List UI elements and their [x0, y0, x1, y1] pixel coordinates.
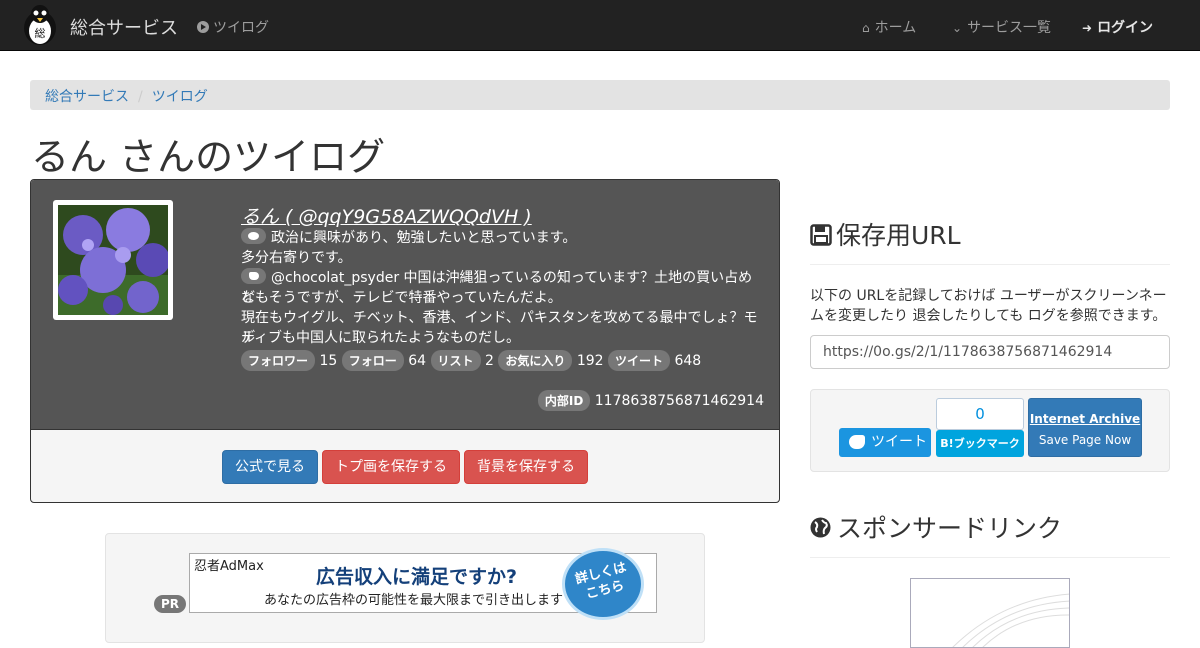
tweet-button-label: ツイート — [871, 434, 927, 450]
breadcrumb-root[interactable]: 総合サービス — [45, 89, 129, 105]
ad-headline: 広告収入に満足ですか? — [316, 566, 518, 588]
breadcrumb: 総合サービス / ツイログ — [30, 80, 1170, 110]
profile-stats: フォロワー 15 フォロー 64 リスト 2 お気に入り 192 ツイート 64… — [241, 350, 701, 371]
profile-header: るん ( @qqY9G58AZWQQdVH ) 政治に興味があり、勉強したいと思… — [31, 180, 779, 430]
save-url-field[interactable]: https://0o.gs/2/1/1178638756871462914 — [810, 335, 1170, 369]
internet-archive-subtitle: Save Page Now — [1038, 433, 1132, 447]
tweets-count: 648 — [674, 353, 702, 369]
twitter-bird-icon — [849, 435, 865, 449]
sponsor-ad-image — [952, 593, 1069, 647]
divider — [810, 557, 1170, 558]
profile-name-link[interactable]: るん ( @qqY9G58AZWQQdVH ) — [241, 202, 532, 229]
save-avatar-button[interactable]: トプ画を保存する — [322, 450, 460, 484]
nav-login-label: ログイン — [1097, 20, 1154, 36]
ad-details-badge[interactable]: 詳しくは こちら — [562, 548, 644, 620]
profile-bio-text: 政治に興味があり、勉強したいと思っています。 — [271, 230, 577, 246]
sign-in-icon: ➜ — [1082, 21, 1093, 35]
lists-count: 2 — [484, 353, 494, 369]
avatar-frame — [53, 200, 173, 320]
save-icon — [810, 224, 832, 246]
ad-logo: 忍者AdMax — [194, 559, 264, 574]
nav-home-label: ホーム — [874, 20, 917, 36]
tweet-button[interactable]: ツイート — [839, 428, 931, 457]
latest-tweet-line2: どもそうですが、テレビで特番やっていたんだよ。 — [241, 290, 562, 306]
sponsor-heading-text: スポンサードリンク — [837, 514, 1063, 543]
navbar: 総 総合サービス ツイログ ⌂ ホーム ⌄ サービス一覧 ➜ ログイン — [0, 0, 1200, 51]
play-circle-icon — [197, 21, 209, 33]
avatar[interactable] — [58, 205, 168, 315]
hatena-bookmark-count: 0 — [936, 398, 1024, 430]
profile-card: るん ( @qqY9G58AZWQQdVH ) 政治に興味があり、勉強したいと思… — [30, 179, 780, 503]
comment-icon — [241, 228, 266, 244]
breadcrumb-current[interactable]: ツイログ — [152, 89, 208, 105]
internet-archive-button[interactable]: Internet Archive Save Page Now — [1028, 398, 1142, 457]
ad-banner[interactable]: 忍者AdMax 広告収入に満足ですか? あなたの広告枠の可能性を最大限まで引き出… — [189, 548, 657, 620]
following-count: 64 — [408, 353, 427, 369]
globe-icon — [810, 517, 831, 538]
page-title: るん さんのツイログ — [31, 135, 386, 179]
profile-bio-line2: 多分右寄りです。 — [241, 250, 352, 266]
nav-tsuilog-link[interactable]: ツイログ — [197, 17, 269, 37]
internal-id-badge: 内部ID — [537, 390, 591, 411]
save-background-button[interactable]: 背景を保存する — [464, 450, 588, 484]
followers-count: 15 — [319, 353, 338, 369]
following-badge: フォロー — [341, 350, 404, 371]
save-url-help: 以下の URLを記録しておけば ユーザーがスクリーンネームを変更したり 退会した… — [810, 288, 1167, 324]
sponsor-ad-frame[interactable] — [910, 578, 1070, 648]
tweets-badge: ツイート — [608, 350, 671, 371]
profile-bio: 政治に興味があり、勉強したいと思っています。 — [241, 228, 766, 248]
favorites-count: 192 — [576, 353, 604, 369]
home-icon: ⌂ — [862, 21, 870, 35]
pr-badge: PR — [154, 595, 187, 613]
followers-badge: フォロワー — [241, 350, 316, 371]
hatena-bookmark-button[interactable]: B!ブックマーク — [936, 430, 1024, 457]
breadcrumb-separator: / — [138, 89, 143, 105]
chevron-down-icon: ⌄ — [952, 21, 963, 35]
view-official-button[interactable]: 公式で見る — [222, 450, 318, 484]
brand-name[interactable]: 総合サービス — [70, 14, 178, 40]
divider — [810, 264, 1170, 265]
ad-container: PR 忍者AdMax 広告収入に満足ですか? あなたの広告枠の可能性を最大限まで… — [105, 533, 705, 643]
nav-services-link[interactable]: ⌄ サービス一覧 — [952, 17, 1051, 37]
nav-home-link[interactable]: ⌂ ホーム — [862, 17, 916, 37]
penguin-logo-icon[interactable]: 総 — [19, 2, 61, 46]
favorites-badge: お気に入り — [498, 350, 573, 371]
save-url-heading-text: 保存用URL — [836, 221, 961, 250]
ad-details-text: 詳しくは こちら — [573, 560, 628, 603]
lists-badge: リスト — [430, 350, 481, 371]
nav-services-label: サービス一覧 — [967, 20, 1052, 36]
latest-tweet-line4: ディブも中国人に取られたようなものだし。 — [241, 330, 521, 346]
internal-id: 内部ID 1178638756871462914 — [537, 390, 764, 411]
twitter-icon — [241, 268, 266, 284]
svg-text:総: 総 — [35, 26, 46, 40]
nav-login-link[interactable]: ➜ ログイン — [1082, 17, 1153, 37]
share-panel: ツイート 0 B!ブックマーク Internet Archive Save Pa… — [810, 389, 1170, 472]
nav-tsuilog-label: ツイログ — [213, 20, 269, 36]
internal-id-value: 1178638756871462914 — [594, 393, 764, 409]
sponsor-heading: スポンサードリンク — [810, 509, 1062, 545]
save-url-heading: 保存用URL — [810, 216, 961, 252]
internet-archive-title: Internet Archive — [1029, 412, 1141, 426]
ad-subline: あなたの広告枠の可能性を最大限まで引き出します — [264, 593, 564, 608]
